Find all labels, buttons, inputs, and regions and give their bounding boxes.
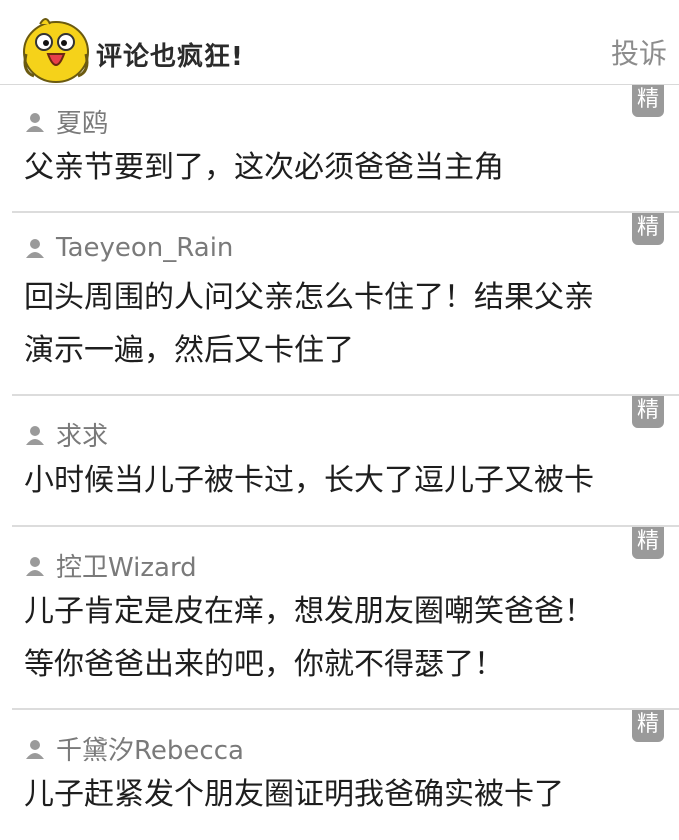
comment-item: 精 Taeyeon_Rain 回头周围的人问父亲怎么卡住了！结果父亲 演示一遍，… — [12, 213, 679, 396]
comment-line: 回头周围的人问父亲怎么卡住了！结果父亲 — [24, 280, 594, 315]
comment-list: 精 夏鸥 父亲节要到了，这次必须爸爸当主角 精 Taeyeon_Rain 回头周… — [0, 85, 679, 840]
comment-author: 千黛汐Rebecca — [24, 730, 244, 767]
report-button[interactable]: 投诉 — [611, 32, 667, 72]
featured-badge: 精 — [632, 710, 664, 742]
comment-item: 精 千黛汐Rebecca 儿子赶紧发个朋友圈证明我爸确实被卡了 — [12, 710, 679, 840]
comment-item: 精 夏鸥 父亲节要到了，这次必须爸爸当主角 — [12, 85, 679, 213]
comment-author: Taeyeon_Rain — [24, 233, 233, 263]
comment-line: 小时候当儿子被卡过，长大了逗儿子又被卡 — [24, 463, 594, 498]
comment-item: 精 控卫Wizard 儿子肯定是皮在痒，想发朋友圈嘲笑爸爸！ 等你爸爸出来的吧，… — [12, 527, 679, 710]
comment-text: 小时候当儿子被卡过，长大了逗儿子又被卡 — [24, 454, 644, 507]
comment-item: 精 求求 小时候当儿子被卡过，长大了逗儿子又被卡 — [12, 396, 679, 527]
header: 评论也疯狂! 投诉 — [0, 0, 679, 85]
comment-text: 父亲节要到了，这次必须爸爸当主角 — [24, 141, 644, 194]
comment-author-name: 夏鸥 — [56, 109, 109, 139]
featured-badge: 精 — [632, 85, 664, 117]
comment-text: 回头周围的人问父亲怎么卡住了！结果父亲 演示一遍，然后又卡住了 — [24, 271, 644, 377]
comment-line: 演示一遍，然后又卡住了 — [24, 333, 354, 368]
user-icon — [26, 556, 44, 576]
comment-author: 夏鸥 — [24, 103, 108, 140]
comment-author-name: 求求 — [56, 422, 109, 452]
featured-badge: 精 — [632, 527, 664, 559]
comment-author-name: 控卫Wizard — [56, 553, 197, 583]
featured-badge: 精 — [632, 213, 664, 245]
user-icon — [26, 425, 44, 445]
comment-text: 儿子肯定是皮在痒，想发朋友圈嘲笑爸爸！ 等你爸爸出来的吧，你就不得瑟了！ — [24, 585, 644, 691]
user-icon — [26, 739, 44, 759]
comment-line: 等你爸爸出来的吧，你就不得瑟了！ — [24, 647, 504, 682]
comment-line: 父亲节要到了，这次必须爸爸当主角 — [24, 150, 504, 185]
chick-mascot-icon — [23, 18, 89, 83]
page-title: 评论也疯狂! — [96, 42, 244, 72]
comment-text: 儿子赶紧发个朋友圈证明我爸确实被卡了 — [24, 768, 644, 821]
comment-line: 儿子赶紧发个朋友圈证明我爸确实被卡了 — [24, 777, 564, 812]
comment-author: 求求 — [24, 416, 108, 453]
comment-author-name: 千黛汐Rebecca — [56, 736, 244, 766]
user-icon — [26, 112, 44, 132]
comment-author: 控卫Wizard — [24, 547, 197, 584]
comment-line: 儿子肯定是皮在痒，想发朋友圈嘲笑爸爸！ — [24, 594, 594, 629]
featured-badge: 精 — [632, 396, 664, 428]
user-icon — [26, 239, 44, 258]
comment-author-name: Taeyeon_Rain — [56, 233, 234, 263]
